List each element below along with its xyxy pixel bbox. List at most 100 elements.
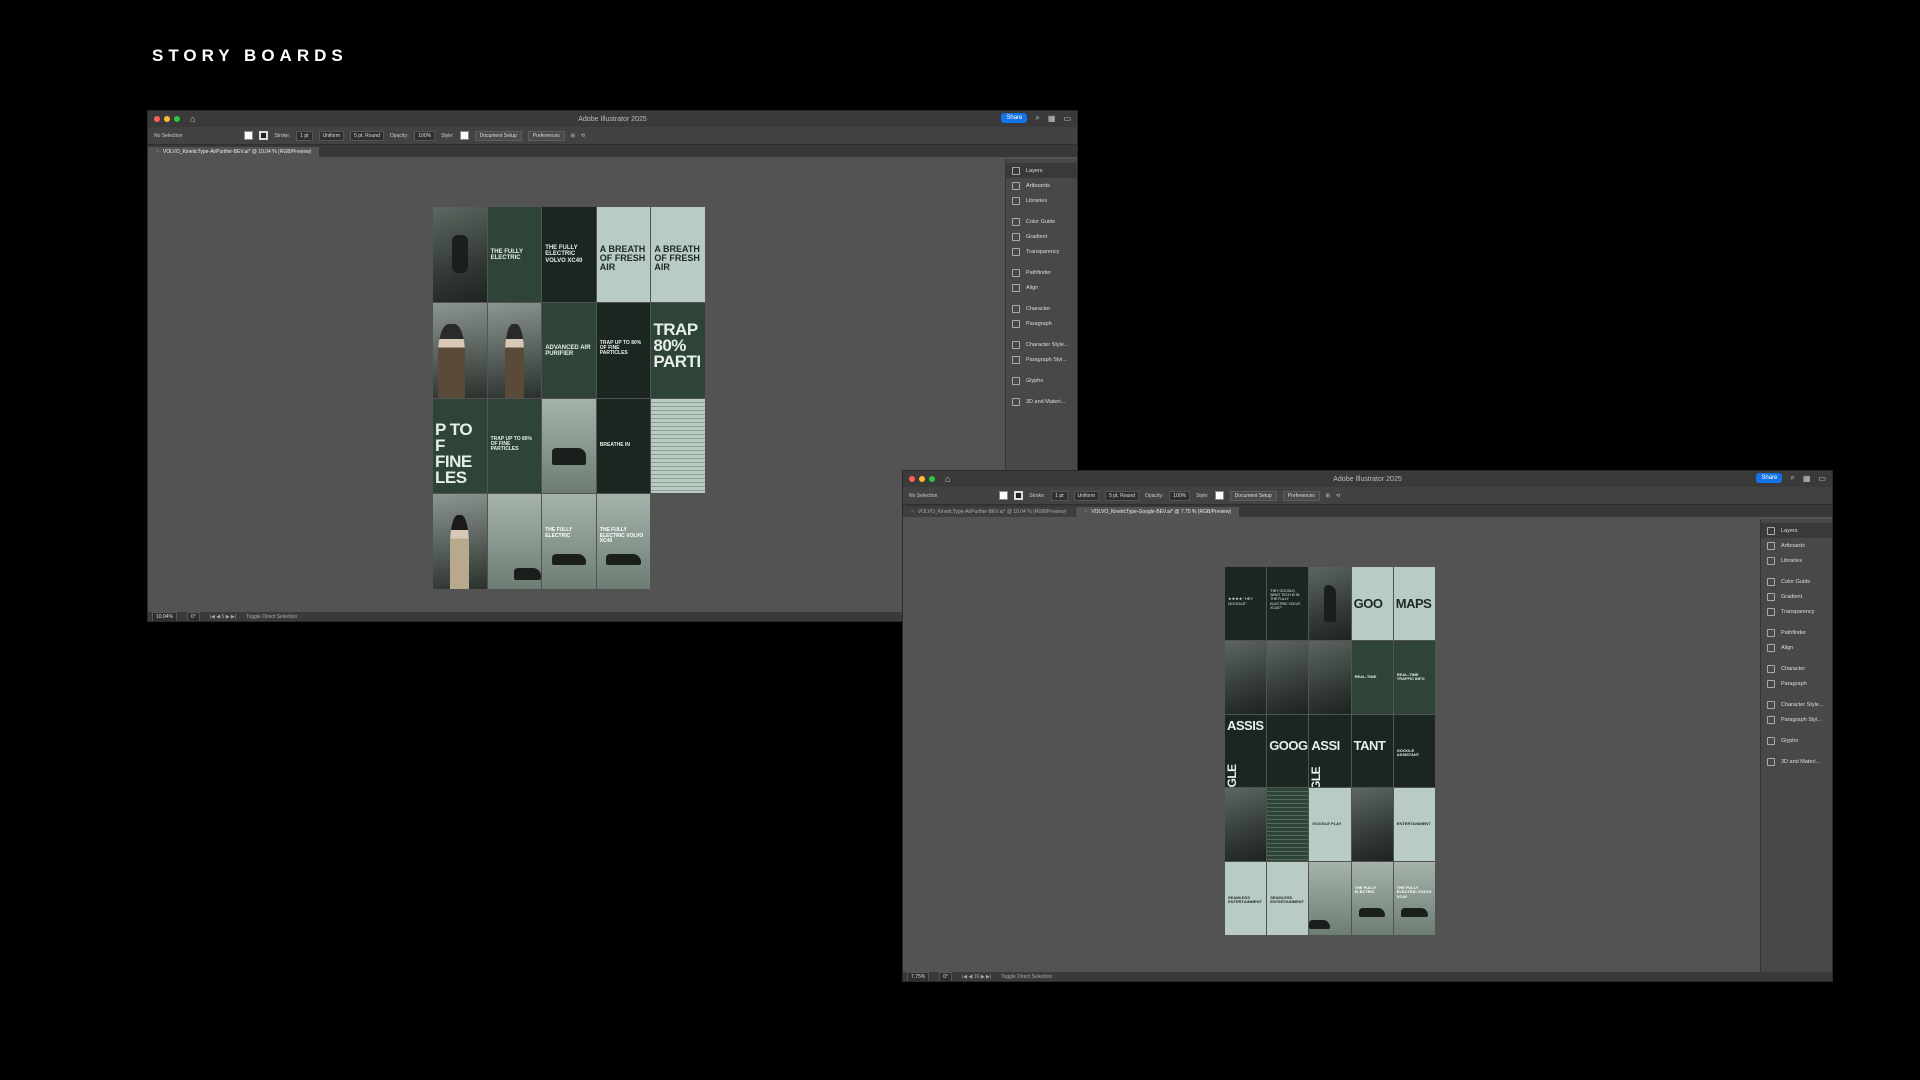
- panel-item[interactable]: Artboards: [1761, 538, 1832, 553]
- panel-item[interactable]: Paragraph Styl...: [1761, 712, 1832, 727]
- storyboard-frame[interactable]: THE FULLY ELECTRIC VOLVO XC40: [1393, 862, 1435, 935]
- storyboard-frame[interactable]: GOOGLE PLAY: [1309, 788, 1351, 862]
- storyboard-frame[interactable]: GOOGLE ASSISTANT: [1393, 714, 1435, 788]
- arrange-documents-icon[interactable]: ▦: [1048, 114, 1056, 123]
- title-bar[interactable]: ⌂ Adobe Illustrator 2025 Share ⌕ ▦ ▭: [148, 111, 1077, 127]
- storyboard-frame[interactable]: [651, 398, 705, 494]
- storyboard-frame[interactable]: REAL-TIME: [1351, 640, 1393, 714]
- home-icon[interactable]: ⌂: [190, 114, 195, 124]
- panel-item[interactable]: Transparency: [1761, 604, 1832, 619]
- fill-swatch[interactable]: [999, 491, 1009, 500]
- panel-item[interactable]: Paragraph: [1761, 676, 1832, 691]
- rotate-view-field[interactable]: 0°: [939, 971, 952, 981]
- align-icon[interactable]: ⊞: [1326, 493, 1330, 499]
- illustrator-window-front[interactable]: ⌂ Adobe Illustrator 2025 Share ⌕ ▦ ▭ No …: [902, 470, 1833, 982]
- storyboard-frame[interactable]: [1309, 567, 1351, 640]
- storyboard-frame[interactable]: BREATHE IN: [596, 398, 651, 494]
- storyboard-frame[interactable]: MAPS: [1393, 567, 1435, 640]
- workspace-icon[interactable]: ▭: [1818, 474, 1826, 483]
- storyboard-frame[interactable]: [542, 398, 596, 494]
- transform-icon[interactable]: ⟲: [1336, 493, 1340, 499]
- storyboard-frame[interactable]: SEAMLESS ENTERTAINMENT: [1267, 862, 1309, 935]
- stroke-weight-field[interactable]: 1 pt: [296, 130, 313, 141]
- storyboard-frame[interactable]: TRAP UP TO 80% OF FINE PARTICLES: [596, 302, 651, 398]
- panel-item[interactable]: Align: [1006, 280, 1077, 295]
- document-tab[interactable]: × VOLVO_KineticType-AirPurifier-BEV.ai* @…: [903, 507, 1075, 517]
- storyboard-frame[interactable]: ENTERTAINMENT: [1393, 788, 1435, 862]
- graphic-style-swatch[interactable]: [459, 131, 469, 140]
- minimize-window-button[interactable]: [164, 116, 170, 122]
- panel-item[interactable]: Color Guide: [1761, 574, 1832, 589]
- close-tab-icon[interactable]: ×: [1084, 509, 1087, 515]
- storyboard-frame[interactable]: [1225, 788, 1267, 862]
- panel-item[interactable]: Color Guide: [1006, 214, 1077, 229]
- graphic-style-swatch[interactable]: [1214, 491, 1224, 500]
- close-tab-icon[interactable]: ×: [156, 149, 159, 155]
- document-setup-button[interactable]: Document Setup: [1229, 490, 1277, 501]
- storyboard-frame[interactable]: [1267, 640, 1309, 714]
- close-window-button[interactable]: [154, 116, 160, 122]
- panel-item[interactable]: Layers: [1761, 523, 1832, 538]
- storyboard-frame[interactable]: A BREATH OF FRESH AIR: [596, 207, 651, 302]
- artboard-navigator[interactable]: |◀ ◀ 5 ▶ ▶|: [210, 614, 236, 620]
- preferences-button[interactable]: Preferences: [1282, 490, 1320, 501]
- storyboard-frame[interactable]: THE FULLY ELECTRIC: [1351, 862, 1393, 935]
- artboard-navigator[interactable]: |◀ ◀ 16 ▶ ▶|: [962, 974, 991, 980]
- storyboard-frame[interactable]: ASSIS GOOGLE: [1225, 714, 1267, 788]
- artboard-canvas[interactable]: ★★★★ "HEY GOOGLE" "HEY GOOGLE, WHAT TECH…: [903, 519, 1757, 972]
- brush-definition[interactable]: 5 pt. Round: [1105, 490, 1139, 501]
- document-tab[interactable]: × VOLVO_KineticType-AirPurifier-BEV.ai* @…: [148, 147, 320, 157]
- close-tab-icon[interactable]: ×: [911, 509, 914, 515]
- document-tab[interactable]: × VOLVO_KineticType-Google-BEV.ai* @ 7.75…: [1076, 507, 1240, 517]
- storyboard-frame[interactable]: [1267, 788, 1309, 862]
- panel-item[interactable]: Character Style...: [1006, 337, 1077, 352]
- title-bar[interactable]: ⌂ Adobe Illustrator 2025 Share ⌕ ▦ ▭: [903, 471, 1832, 487]
- opacity-field[interactable]: 100%: [414, 130, 436, 141]
- document-setup-button[interactable]: Document Setup: [474, 130, 522, 141]
- variable-width-profile[interactable]: Uniform: [1073, 490, 1100, 501]
- workspace-icon[interactable]: ▭: [1063, 114, 1071, 123]
- artboard-canvas[interactable]: THE FULLY ELECTRIC THE FULLY ELECTRIC VO…: [148, 159, 1002, 612]
- storyboard-frame[interactable]: ADVANCED AIR PURIFIER: [542, 302, 596, 398]
- zoom-field[interactable]: 7.75%: [907, 971, 930, 981]
- panel-item[interactable]: 3D and Materi...: [1006, 394, 1077, 409]
- search-icon[interactable]: ⌕: [1790, 473, 1794, 483]
- storyboard-frame[interactable]: P TO F FINE LES: [433, 398, 487, 494]
- close-window-button[interactable]: [909, 476, 915, 482]
- minimize-window-button[interactable]: [919, 476, 925, 482]
- storyboard-frame[interactable]: TANT: [1351, 714, 1393, 788]
- storyboard-frame[interactable]: [1351, 788, 1393, 862]
- panel-item[interactable]: Gradient: [1761, 589, 1832, 604]
- panel-item[interactable]: Paragraph: [1006, 316, 1077, 331]
- rotate-view-field[interactable]: 0°: [186, 611, 200, 621]
- panel-item[interactable]: Pathfinder: [1761, 625, 1832, 640]
- transform-icon[interactable]: ⟲: [581, 133, 585, 139]
- home-icon[interactable]: ⌂: [945, 474, 950, 484]
- align-icon[interactable]: ⊞: [571, 133, 575, 139]
- storyboard-frame[interactable]: "HEY GOOGLE, WHAT TECH IS IN THE FULLY E…: [1267, 567, 1309, 640]
- panel-item[interactable]: Artboards: [1006, 178, 1077, 193]
- variable-width-profile[interactable]: Uniform: [318, 130, 345, 141]
- storyboard-frame[interactable]: THE FULLY ELECTRIC VOLVO XC40: [542, 207, 596, 302]
- fill-swatch[interactable]: [244, 131, 254, 140]
- arrange-documents-icon[interactable]: ▦: [1803, 474, 1811, 483]
- storyboard-frame[interactable]: THE FULLY ELECTRIC VOLVO XC40: [596, 494, 651, 589]
- panel-item[interactable]: Align: [1761, 640, 1832, 655]
- storyboard-frame[interactable]: SEAMLESS ENTERTAINMENT: [1225, 862, 1267, 935]
- storyboard-frame[interactable]: [433, 302, 487, 398]
- panel-item[interactable]: Layers: [1006, 163, 1077, 178]
- storyboard-frame[interactable]: ★★★★ "HEY GOOGLE": [1225, 567, 1267, 640]
- panel-item[interactable]: Pathfinder: [1006, 265, 1077, 280]
- panel-item[interactable]: Transparency: [1006, 244, 1077, 259]
- panel-item[interactable]: Character: [1006, 301, 1077, 316]
- brush-definition[interactable]: 5 pt. Round: [350, 130, 384, 141]
- zoom-window-button[interactable]: [174, 116, 180, 122]
- panel-item[interactable]: Character Style...: [1761, 697, 1832, 712]
- storyboard-frame[interactable]: [433, 207, 487, 302]
- storyboard-frame[interactable]: [1309, 862, 1351, 935]
- opacity-field[interactable]: 100%: [1169, 490, 1191, 501]
- share-button[interactable]: Share: [1756, 473, 1783, 483]
- panel-item[interactable]: Gradient: [1006, 229, 1077, 244]
- storyboard-frame[interactable]: [487, 494, 542, 589]
- storyboard-frame[interactable]: [1309, 640, 1351, 714]
